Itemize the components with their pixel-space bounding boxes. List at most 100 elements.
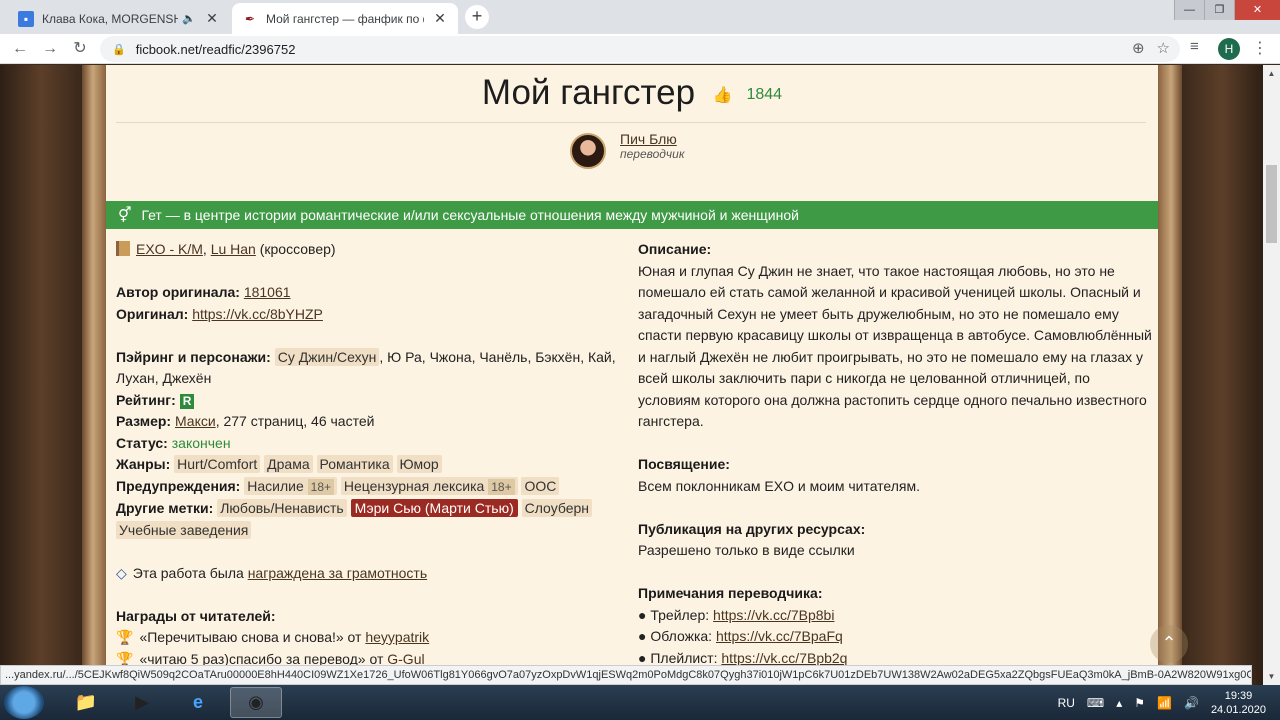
genre-tag[interactable]: Hurt/Comfort [174, 455, 261, 473]
close-tab-icon[interactable]: ✕ [432, 10, 448, 27]
fandom-row: EXO - K/M, Lu Han (кроссовер) [116, 239, 626, 261]
warnings-label: Предупреждения: [116, 477, 241, 494]
reward-user-link[interactable]: heyypatrik [365, 629, 429, 645]
scroll-to-top-button[interactable]: ⌃ [1150, 625, 1188, 663]
back-button[interactable]: ← [8, 38, 32, 60]
size-details: , 277 страниц, 46 частей [215, 413, 375, 429]
likes-count: 1844 [746, 85, 783, 103]
keyboard-icon[interactable]: ⌨ [1087, 696, 1104, 710]
close-window-button[interactable]: ✕ [1234, 0, 1280, 20]
fandom-link[interactable]: EXO - K/M [136, 241, 203, 257]
windows-taskbar: 📁 ▶ e ◉ RU ⌨ ▴ ⚑ 📶 🔊 19:39 24.01.2020 [0, 685, 1280, 720]
media-player-icon[interactable]: ▶ [116, 687, 168, 718]
scroll-down-arrow[interactable]: ▼ [1263, 668, 1280, 685]
frame-right [1158, 65, 1182, 685]
address-toolbar: ← → ↻ 🔒 ficbook.net/readfic/2396752 ⊕ ☆ … [0, 34, 1280, 64]
author-avatar[interactable] [570, 133, 606, 169]
note-link[interactable]: https://vk.cc/7Bpb2q [721, 650, 847, 666]
genre-tag[interactable]: Драма [264, 455, 313, 473]
genres-row: Жанры: Hurt/Comfort Драма Романтика Юмор [116, 454, 626, 476]
description-column: Описание: Юная и глупая Су Джин не знает… [638, 239, 1152, 669]
wood-background-left [0, 65, 82, 685]
volume-icon[interactable]: 🔊 [1184, 696, 1199, 710]
warning-tag[interactable]: Нецензурная лексика 18+ [340, 476, 518, 495]
rating-badge[interactable]: R [179, 393, 195, 409]
lock-icon[interactable]: 🔒 [112, 43, 126, 56]
tab-music[interactable]: ▪ Клава Кока, MORGENSHTERN 🔈 ✕ [8, 3, 230, 34]
info-column: EXO - K/M, Lu Han (кроссовер) Автор ориг… [116, 239, 626, 670]
fanfic-page: Мой гангстер 👍 1844 Пич Блю переводчик ⚥… [106, 65, 1158, 685]
close-tab-icon[interactable]: ✕ [204, 10, 220, 27]
author-role: переводчик [620, 147, 685, 161]
size-link[interactable]: Макси [175, 413, 216, 429]
tags-label: Другие метки: [116, 500, 214, 516]
author-block: Пич Блю переводчик [570, 131, 684, 169]
clock[interactable]: 19:39 24.01.2020 [1211, 689, 1266, 717]
forward-button[interactable]: → [38, 38, 62, 60]
scrollbar-thumb[interactable] [1266, 165, 1277, 243]
start-button[interactable] [4, 686, 44, 719]
tags-row: Другие метки: Любовь/Ненависть Мэри Сью … [116, 498, 626, 541]
award-link[interactable]: награждена за грамотность [248, 565, 427, 581]
frame-left [82, 65, 106, 685]
publication-label: Публикация на других ресурсах: [638, 520, 866, 537]
book-icon [116, 241, 130, 256]
add-icon[interactable]: ⊕ [1132, 39, 1145, 57]
genre-tag[interactable]: Юмор [396, 455, 442, 473]
page-scrollbar[interactable]: ▲ ▼ [1263, 65, 1280, 685]
age-badge: 18+ [488, 478, 515, 495]
original-author-row: Автор оригинала: 181061 [116, 282, 626, 304]
tab-fanfic[interactable]: ✒ Мой гангстер — фанфик по фэнд ✕ [232, 3, 458, 34]
description-label: Описание: [638, 241, 712, 257]
fandom-suffix: (кроссовер) [259, 241, 336, 257]
tray-expand-icon[interactable]: ▴ [1116, 696, 1122, 710]
warnings-row: Предупреждения: Насилие 18+ Нецензурная … [116, 476, 626, 499]
original-label: Оригинал: [116, 305, 189, 322]
clock-time: 19:39 [1224, 689, 1253, 702]
fandom-link[interactable]: Lu Han [211, 241, 256, 257]
other-tag[interactable]: Учебные заведения [116, 520, 252, 539]
menu-icon[interactable]: ⋮ [1252, 38, 1268, 58]
star-icon[interactable]: ☆ [1157, 39, 1170, 57]
reading-list-icon[interactable]: ≡ [1190, 38, 1199, 55]
original-author-label: Автор оригинала: [116, 284, 240, 300]
chrome-icon[interactable]: ◉ [230, 687, 282, 718]
original-link[interactable]: https://vk.cc/8bYHZP [192, 306, 323, 322]
warning-tag[interactable]: Насилие 18+ [244, 476, 337, 495]
other-tag[interactable]: Любовь/Ненависть [217, 499, 347, 517]
description-text: Юная и глупая Су Джин не знает, что тако… [638, 262, 1152, 430]
reload-button[interactable]: ↻ [68, 38, 92, 60]
maximize-button[interactable]: ❐ [1204, 0, 1234, 20]
system-tray: RU ⌨ ▴ ⚑ 📶 🔊 19:39 24.01.2020 [1058, 685, 1280, 720]
diamond-icon: ◇ [116, 564, 127, 581]
new-tab-button[interactable]: + [465, 5, 489, 29]
audio-icon[interactable]: 🔈 [182, 12, 196, 25]
page-viewport: Мой гангстер 👍 1844 Пич Блю переводчик ⚥… [0, 65, 1263, 685]
wood-background-right [1181, 65, 1263, 685]
warning-tag[interactable]: ООС [521, 476, 560, 495]
size-row: Размер: Макси, 277 страниц, 46 частей [116, 411, 626, 433]
author-name-link[interactable]: Пич Блю [620, 131, 684, 147]
thumbs-up-icon[interactable]: 👍 [713, 87, 733, 104]
flag-icon[interactable]: ⚑ [1134, 696, 1145, 710]
explorer-icon[interactable]: 📁 [60, 687, 112, 718]
network-icon[interactable]: 📶 [1157, 696, 1172, 710]
original-author-link[interactable]: 181061 [244, 284, 291, 300]
reward-text: «Перечитываю снова и снова!» от [139, 629, 362, 645]
profile-avatar[interactable]: H [1218, 38, 1240, 60]
address-bar[interactable]: 🔒 ficbook.net/readfic/2396752 ⊕ ☆ [100, 36, 1180, 62]
other-tag[interactable]: Слоуберн [521, 499, 593, 517]
window-controls: — ❐ ✕ [1174, 0, 1280, 20]
other-tag-highlighted[interactable]: Мэри Сью (Марти Стью) [350, 499, 518, 517]
internet-explorer-icon[interactable]: e [172, 687, 224, 718]
minimize-button[interactable]: — [1174, 0, 1204, 20]
note-link[interactable]: https://vk.cc/7Bp8bi [713, 607, 834, 623]
tab-bar: ▪ Клава Кока, MORGENSHTERN 🔈 ✕ ✒ Мой ган… [0, 0, 1280, 34]
genre-tag[interactable]: Романтика [316, 455, 393, 473]
pairing-tag[interactable]: Су Джин/Сехун [274, 347, 380, 366]
publication-text: Разрешено только в виде ссылки [638, 542, 855, 558]
direction-text: Гет — в центре истории романтические и/и… [141, 207, 799, 223]
scroll-up-arrow[interactable]: ▲ [1263, 65, 1280, 82]
language-indicator[interactable]: RU [1058, 696, 1075, 710]
note-link[interactable]: https://vk.cc/7BpaFq [716, 628, 843, 644]
